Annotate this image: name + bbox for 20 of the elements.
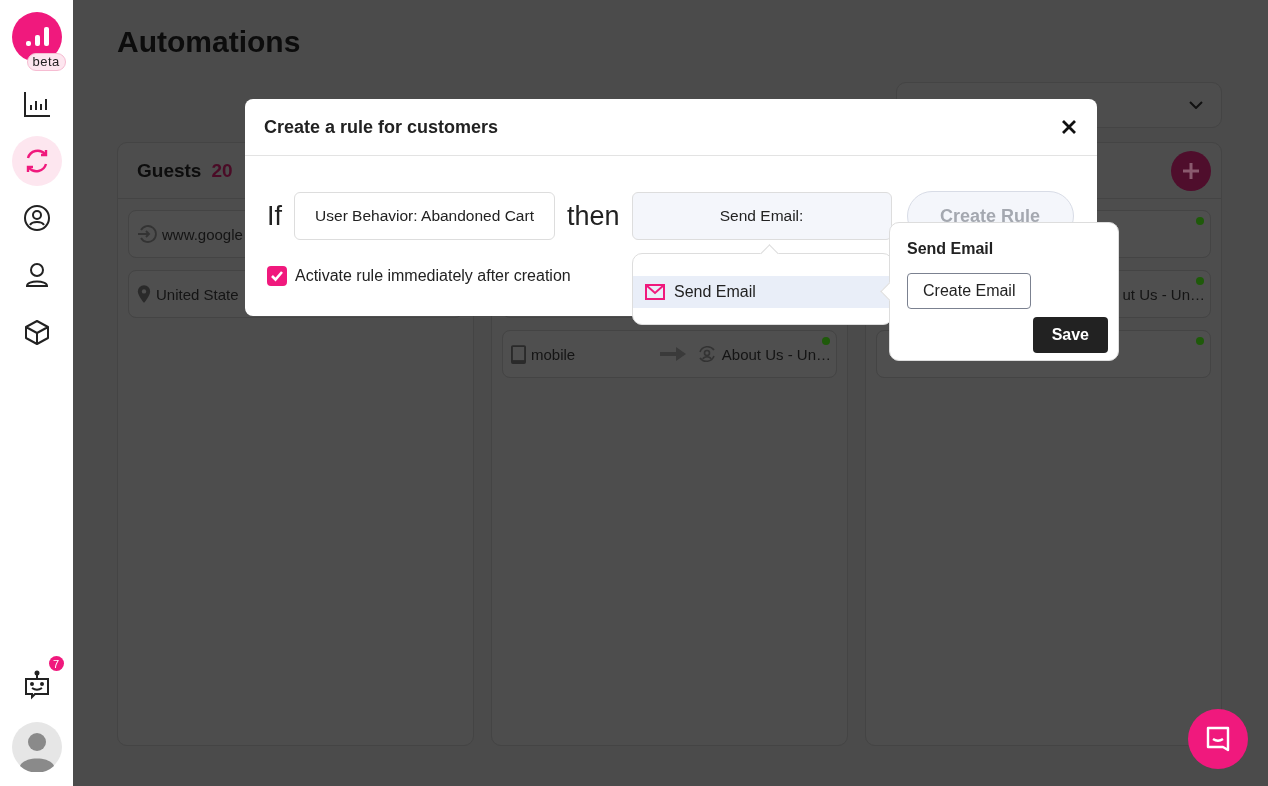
- condition-select[interactable]: User Behavior: Abandoned Cart: [294, 192, 555, 240]
- create-email-button[interactable]: Create Email: [907, 273, 1032, 309]
- card-text: United State: [156, 285, 239, 303]
- then-label: then: [567, 200, 620, 232]
- column-count: 20: [211, 159, 233, 182]
- column-title: Guests: [137, 159, 202, 182]
- save-button[interactable]: Save: [1032, 317, 1108, 353]
- action-select[interactable]: Send Email:: [631, 192, 892, 240]
- checkbox-label: Activate rule immediately after creation: [295, 267, 571, 285]
- dialog-title: Create a rule for customers: [264, 116, 499, 138]
- if-label: If: [267, 200, 282, 232]
- beta-badge: beta: [26, 53, 66, 71]
- card-text: www.google: [162, 225, 243, 243]
- menu-item[interactable]: Send Email: [633, 276, 892, 308]
- notification-badge: 7: [48, 656, 64, 671]
- card-text: mobile: [531, 345, 576, 363]
- card-target: About Us - Un…: [721, 345, 831, 363]
- popover-title: Send Email: [907, 240, 994, 258]
- page-title: Automations: [117, 24, 302, 60]
- card-target: ut Us - Un…: [1122, 285, 1205, 303]
